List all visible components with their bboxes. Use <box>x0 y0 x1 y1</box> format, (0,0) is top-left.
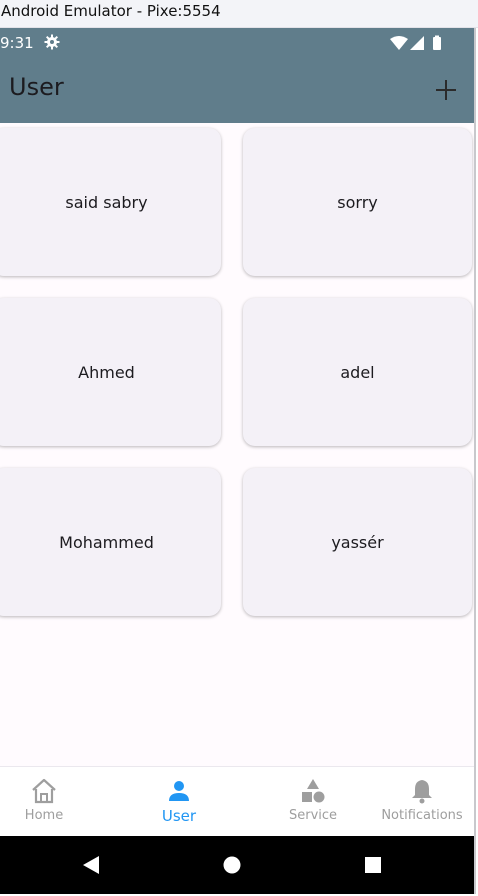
nav-item-user[interactable]: User <box>149 767 209 837</box>
status-bar: 9:31 <box>0 28 474 58</box>
home-icon <box>30 777 58 805</box>
user-card-label: Ahmed <box>78 362 135 382</box>
user-card-label: yassér <box>331 532 384 552</box>
user-card[interactable]: Mohammed <box>0 468 221 616</box>
nav-label-notifications: Notifications <box>381 808 463 823</box>
person-icon <box>165 777 193 805</box>
nav-label-service: Service <box>288 808 338 823</box>
nav-item-notifications[interactable]: Notifications <box>376 767 468 837</box>
wifi-icon <box>390 36 408 50</box>
system-navigation-bar <box>0 836 474 894</box>
bell-icon <box>408 777 436 805</box>
nav-label-home: Home <box>24 808 64 823</box>
shapes-icon <box>299 777 327 805</box>
user-card-label: said sabry <box>65 192 148 212</box>
signal-icon <box>410 36 424 50</box>
app-bar: User <box>0 58 474 123</box>
user-card[interactable]: adel <box>243 298 472 446</box>
home-circle-icon[interactable] <box>220 853 244 877</box>
user-card[interactable]: said sabry <box>0 128 221 276</box>
user-card-label: sorry <box>337 192 378 212</box>
user-card[interactable]: Ahmed <box>0 298 221 446</box>
plus-icon <box>436 80 456 100</box>
nav-item-home[interactable]: Home <box>14 767 74 837</box>
add-user-button[interactable] <box>430 74 462 106</box>
nav-label-user: User <box>161 807 197 825</box>
user-card[interactable]: yassér <box>243 468 472 616</box>
device-screen: 9:31 User said sabry sorry Ahmed adel Mo… <box>0 28 476 894</box>
nav-item-service[interactable]: Service <box>280 767 346 837</box>
user-grid: said sabry sorry Ahmed adel Mohammed yas… <box>0 123 474 768</box>
bottom-navigation: Home User Service Notifications <box>0 766 474 837</box>
window-title: Android Emulator - Pixe:5554 <box>0 0 478 28</box>
page-title: User <box>9 73 64 101</box>
user-card-label: Mohammed <box>59 532 154 552</box>
recents-icon[interactable] <box>361 853 385 877</box>
user-card-label: adel <box>340 362 375 382</box>
status-icons <box>390 35 450 51</box>
status-time: 9:31 <box>0 34 34 52</box>
battery-icon <box>433 35 441 50</box>
back-icon[interactable] <box>79 853 103 877</box>
gear-icon <box>44 34 60 50</box>
user-card[interactable]: sorry <box>243 128 472 276</box>
